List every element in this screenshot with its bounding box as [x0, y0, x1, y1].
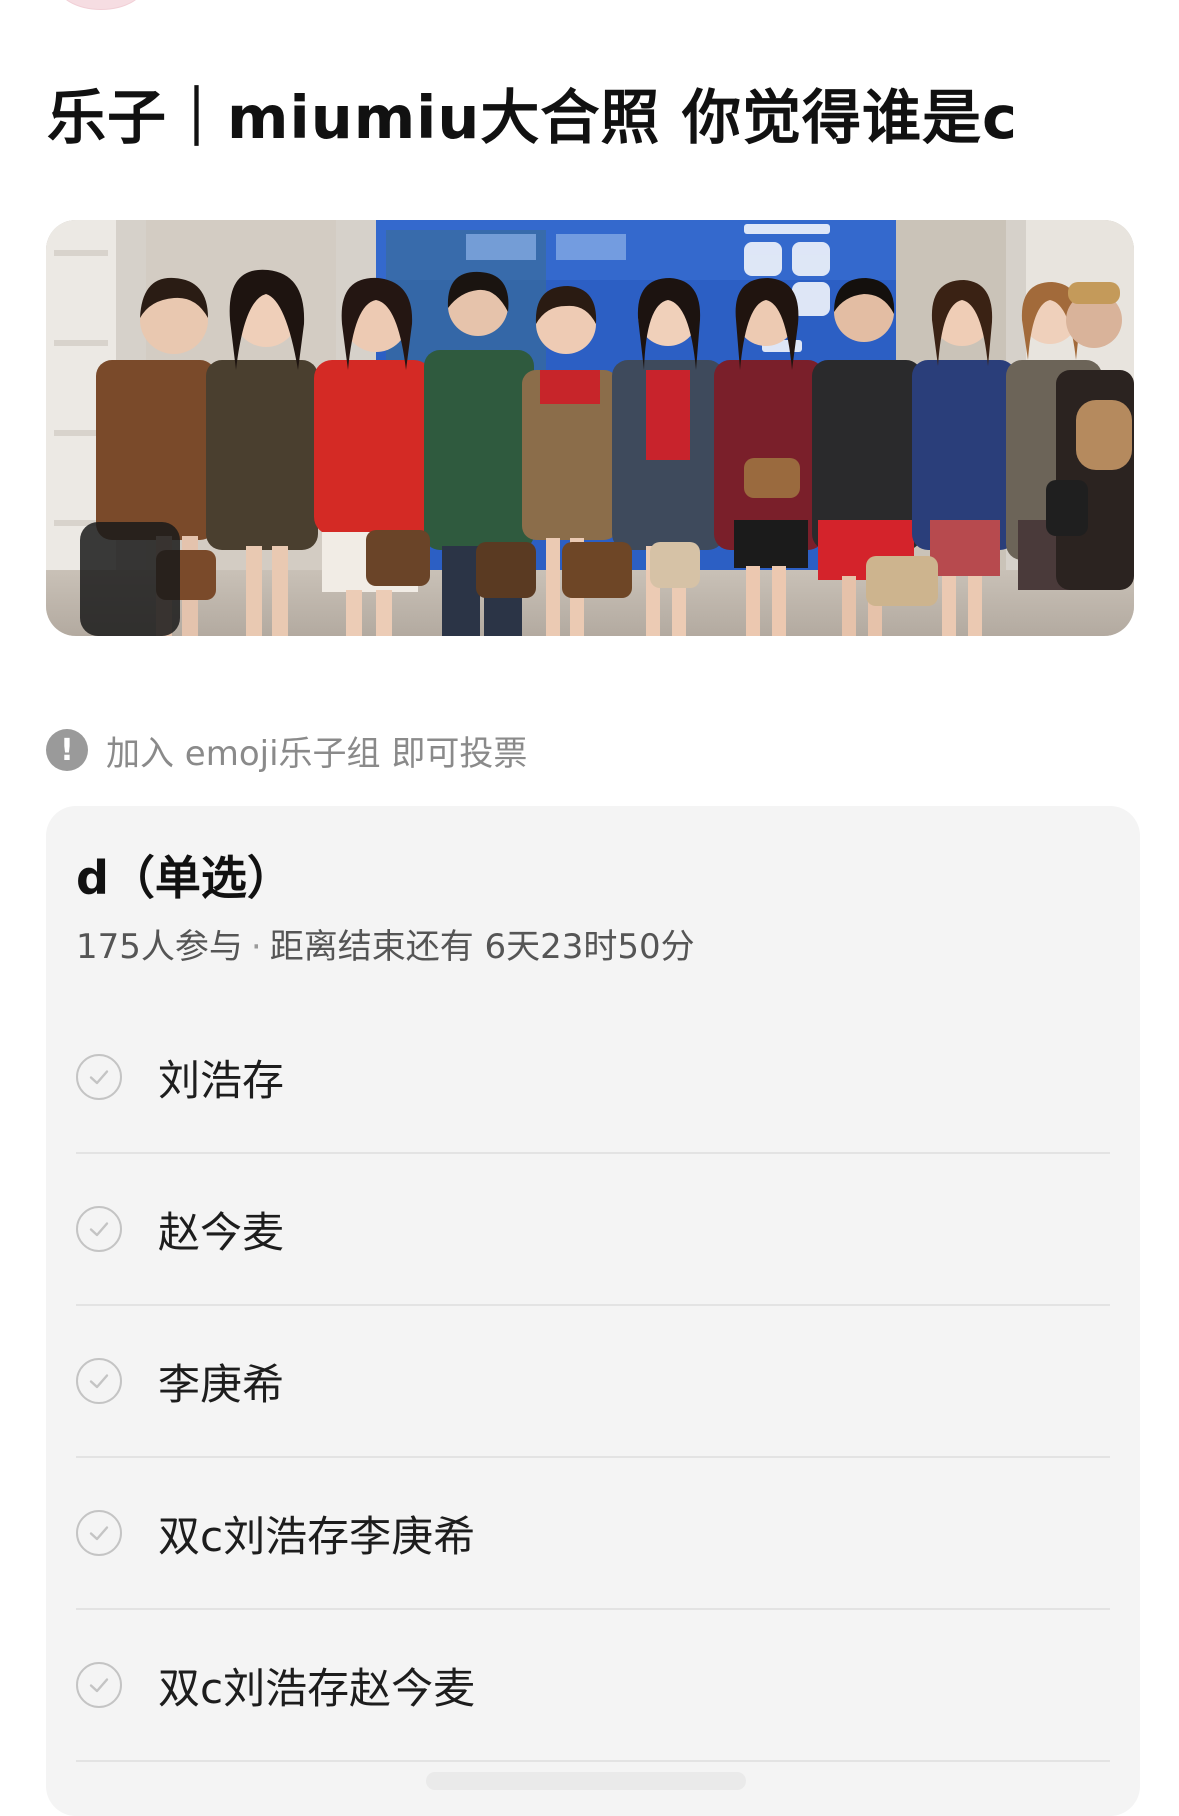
exclamation-icon: ! [46, 729, 88, 771]
check-circle-icon[interactable] [76, 1206, 122, 1252]
meta-separator: · [250, 927, 262, 967]
poll-meta: 175人参与 · 距离结束还有 6天23时50分 [76, 924, 695, 970]
poll-option[interactable]: 李庚希 [76, 1306, 1110, 1458]
poll-title: d（单选） [76, 851, 293, 905]
poll-options: 刘浩存 赵今麦 李庚希 双c刘浩存李庚希 双c刘浩存赵今麦 [76, 1002, 1110, 1762]
check-circle-icon[interactable] [76, 1054, 122, 1100]
option-label: 双c刘浩存赵今麦 [158, 1663, 476, 1713]
avatar[interactable] [56, 0, 146, 10]
poll-option[interactable]: 双c刘浩存赵今麦 [76, 1610, 1110, 1762]
participant-count: 175人参与 [76, 927, 243, 967]
option-label: 双c刘浩存李庚希 [158, 1511, 476, 1561]
group-photo[interactable] [46, 220, 1134, 636]
check-circle-icon[interactable] [76, 1358, 122, 1404]
vote-notice: ! 加入 emoji乐子组 即可投票 [46, 728, 528, 774]
option-label: 刘浩存 [158, 1055, 285, 1105]
poll-card: d（单选） 175人参与 · 距离结束还有 6天23时50分 刘浩存 赵今麦 李庚希 [46, 806, 1140, 1816]
poll-countdown: 距离结束还有 6天23时50分 [269, 927, 695, 967]
poll-option[interactable]: 刘浩存 [76, 1002, 1110, 1154]
poll-option[interactable]: 双c刘浩存李庚希 [76, 1458, 1110, 1610]
check-circle-icon[interactable] [76, 1662, 122, 1708]
group-photo-illustration [46, 220, 1134, 636]
scroll-indicator[interactable] [426, 1772, 746, 1790]
notice-text: 加入 emoji乐子组 即可投票 [106, 733, 528, 774]
check-circle-icon[interactable] [76, 1510, 122, 1556]
post-title: 乐子｜miumiu大合照 你觉得谁是c [47, 83, 1018, 152]
option-label: 李庚希 [158, 1359, 285, 1409]
poll-option[interactable]: 赵今麦 [76, 1154, 1110, 1306]
option-label: 赵今麦 [158, 1207, 285, 1257]
